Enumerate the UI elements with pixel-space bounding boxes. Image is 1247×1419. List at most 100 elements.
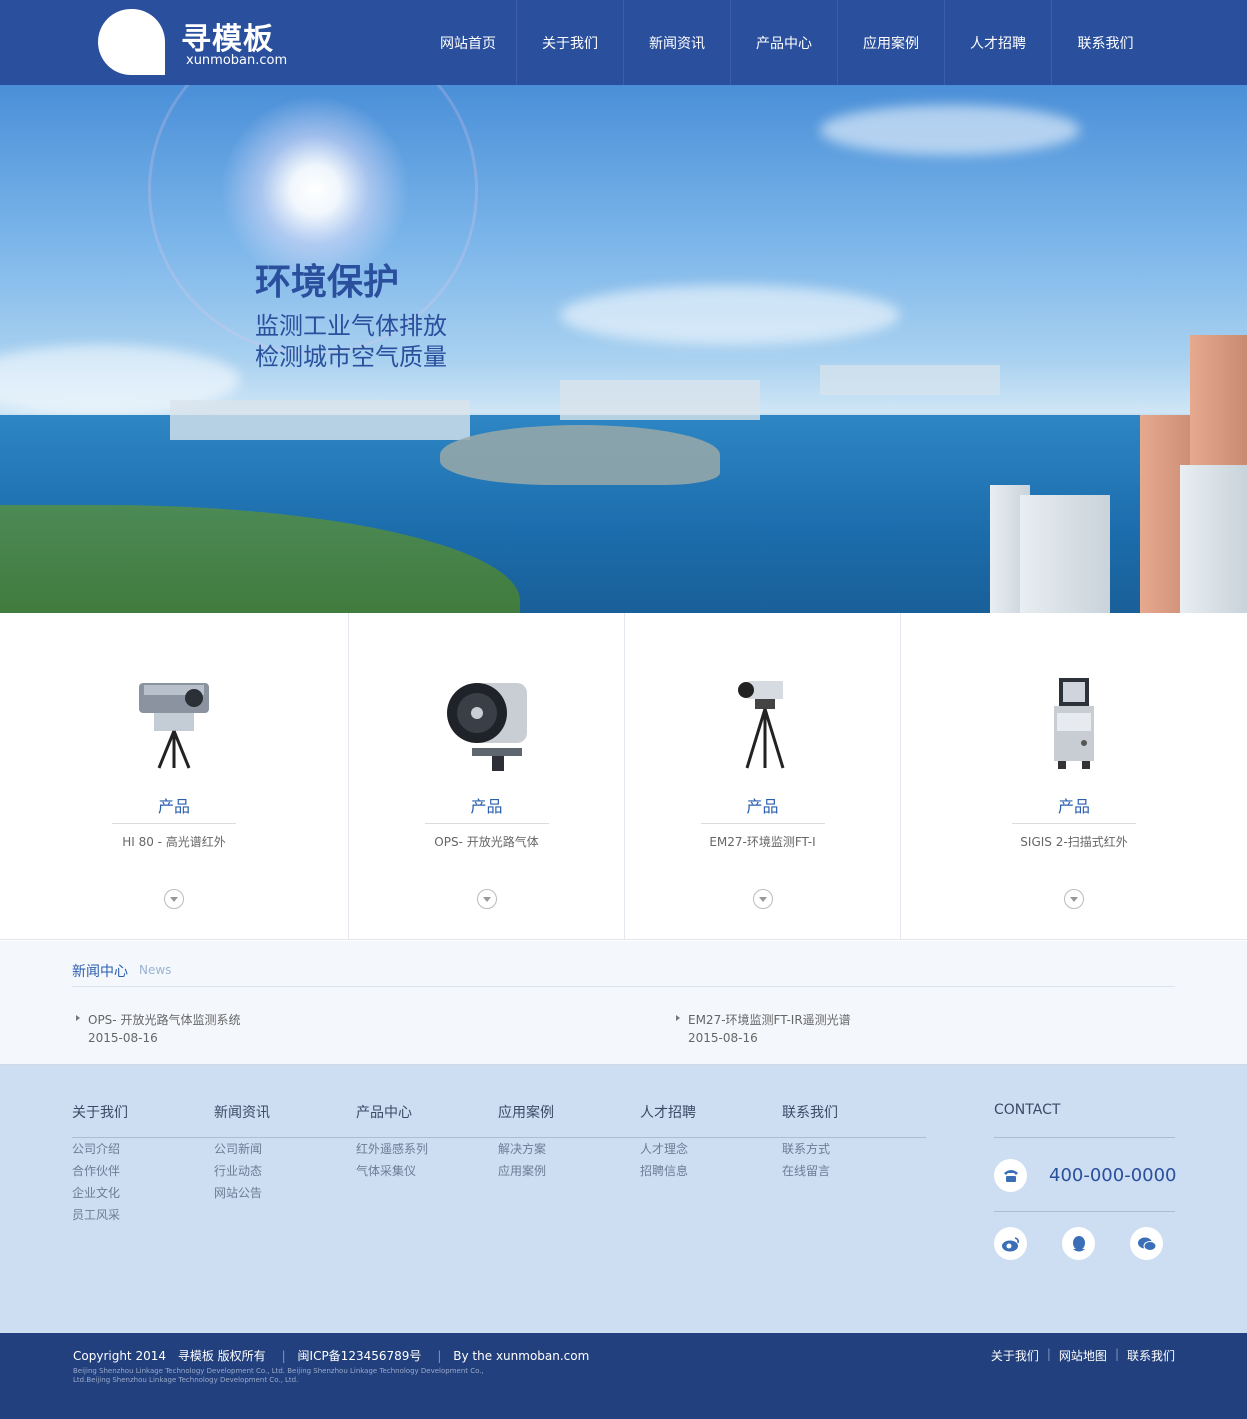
- product-card[interactable]: 产品 SIGIS 2-扫描式红外: [901, 613, 1247, 940]
- bottom-bar: Copyright 2014 寻模板 版权所有 | 闽ICP备123456789号…: [0, 1333, 1247, 1419]
- phone-number: 400-000-0000: [1049, 1165, 1177, 1186]
- hero-banner: 环境保护 监测工业气体排放 检测城市空气质量: [0, 85, 1247, 613]
- news-item[interactable]: OPS- 开放光路气体监测系统 2015-08-16: [76, 1011, 240, 1047]
- bottom-link-sitemap[interactable]: 网站地图: [1059, 1347, 1107, 1364]
- city-skyline: [560, 380, 760, 420]
- banner-line-1: 监测工业气体排放: [255, 312, 447, 340]
- news-section: 新闻中心 News OPS- 开放光路气体监测系统 2015-08-16 EM2…: [0, 941, 1247, 1065]
- copyright-line: Copyright 2014 寻模板 版权所有 | 闽ICP备123456789号…: [73, 1349, 590, 1363]
- high-rise-buildings: [990, 325, 1247, 613]
- footer-column-title[interactable]: 产品中心: [356, 1102, 428, 1138]
- cloud: [560, 285, 900, 345]
- news-header: 新闻中心 News: [72, 961, 1175, 987]
- city-skyline: [820, 365, 1000, 395]
- bottom-links: 关于我们 | 网站地图 | 联系我们: [990, 1347, 1175, 1364]
- footer-column-title[interactable]: 联系我们: [782, 1102, 838, 1138]
- powered-by[interactable]: By the xunmoban.com: [453, 1349, 589, 1363]
- wechat-icon[interactable]: [1130, 1227, 1163, 1260]
- product-name[interactable]: OPS- 开放光路气体: [349, 833, 624, 850]
- footer-link[interactable]: 合作伙伴: [72, 1160, 128, 1182]
- bottom-link-contact[interactable]: 联系我们: [1127, 1347, 1175, 1364]
- product-card[interactable]: 产品 OPS- 开放光路气体: [349, 613, 625, 940]
- phone-icon: [994, 1159, 1027, 1192]
- expand-chevron-icon[interactable]: [752, 889, 773, 909]
- footer-column-about: 关于我们 公司介绍 合作伙伴 企业文化 员工风采: [72, 1102, 128, 1226]
- nav-contact[interactable]: 联系我们: [1052, 0, 1159, 85]
- cloud: [820, 105, 1080, 155]
- icp-number[interactable]: 闽ICP备123456789号: [298, 1349, 422, 1363]
- nav-cases[interactable]: 应用案例: [838, 0, 945, 85]
- footer-link[interactable]: 网站公告: [214, 1182, 270, 1204]
- nav-jobs[interactable]: 人才招聘: [945, 0, 1052, 85]
- weibo-icon[interactable]: [994, 1227, 1027, 1260]
- news-item-title[interactable]: EM27-环境监测FT-IR遥测光谱: [688, 1011, 851, 1029]
- port-island: [440, 425, 720, 485]
- copyright-text: Copyright 2014: [73, 1349, 166, 1363]
- expand-chevron-icon[interactable]: [476, 889, 497, 909]
- scanning-analyzer-image: [1054, 678, 1094, 769]
- nav-products[interactable]: 产品中心: [731, 0, 838, 85]
- footer-column-title[interactable]: 人才招聘: [640, 1102, 696, 1138]
- logo-domain[interactable]: xunmoban.com: [186, 53, 287, 68]
- nav-home[interactable]: 网站首页: [420, 0, 517, 85]
- footer-link[interactable]: 解决方案: [498, 1138, 554, 1160]
- footer-link[interactable]: 联系方式: [782, 1138, 838, 1160]
- expand-chevron-icon[interactable]: [1064, 889, 1084, 909]
- product-label: 产品: [1012, 793, 1136, 824]
- nav-news[interactable]: 新闻资讯: [624, 0, 731, 85]
- nav-about[interactable]: 关于我们: [517, 0, 624, 85]
- product-card[interactable]: 产品 EM27-环境监测FT-I: [625, 613, 901, 940]
- city-skyline: [170, 400, 470, 440]
- news-item-title[interactable]: OPS- 开放光路气体监测系统: [88, 1011, 240, 1029]
- bullet-arrow-icon: [76, 1015, 80, 1021]
- footer-column-title[interactable]: 应用案例: [498, 1102, 554, 1138]
- product-showcase: 产品 HI 80 - 高光谱红外 产品 OPS- 开放光路气体 产品 EM27-…: [0, 613, 1247, 940]
- footer-link[interactable]: 红外遥感系列: [356, 1138, 428, 1160]
- footer-column-title[interactable]: 关于我们: [72, 1102, 128, 1138]
- product-name[interactable]: SIGIS 2-扫描式红外: [901, 833, 1247, 850]
- banner-line-2: 检测城市空气质量: [255, 343, 447, 371]
- footer-link[interactable]: 企业文化: [72, 1182, 128, 1204]
- footer-link[interactable]: 行业动态: [214, 1160, 270, 1182]
- logo-text[interactable]: 寻模板: [181, 14, 274, 58]
- product-name[interactable]: EM27-环境监测FT-I: [625, 833, 900, 850]
- product-label: 产品: [424, 793, 549, 824]
- product-label: 产品: [700, 793, 825, 824]
- footer-column-news: 新闻资讯 公司新闻 行业动态 网站公告: [214, 1102, 270, 1204]
- thermal-camera-image: [139, 683, 209, 769]
- footer-column-products: 产品中心 红外遥感系列 气体采集仪: [356, 1102, 428, 1182]
- bullet-arrow-icon: [676, 1015, 680, 1021]
- footer-link[interactable]: 在线留言: [782, 1160, 838, 1182]
- footer-column-jobs: 人才招聘 人才理念 招聘信息: [640, 1102, 696, 1182]
- banner-title: 环境保护: [255, 262, 400, 303]
- bottom-link-about[interactable]: 关于我们: [991, 1347, 1039, 1364]
- news-item-date: 2015-08-16: [688, 1031, 758, 1045]
- footer-link[interactable]: 员工风采: [72, 1204, 128, 1226]
- footer-column-title[interactable]: 新闻资讯: [214, 1102, 270, 1138]
- telescope-sensor-image: [446, 683, 527, 771]
- company-small-print: Beijing Shenzhou Linkage Technology Deve…: [73, 1367, 484, 1384]
- news-item[interactable]: EM27-环境监测FT-IR遥测光谱 2015-08-16: [676, 1011, 851, 1047]
- news-title[interactable]: 新闻中心: [72, 961, 128, 981]
- news-item-date: 2015-08-16: [88, 1031, 158, 1045]
- spectrometer-tripod-image: [737, 681, 784, 769]
- contact-title: CONTACT: [994, 1102, 1061, 1118]
- footer-link[interactable]: 应用案例: [498, 1160, 554, 1182]
- product-name[interactable]: HI 80 - 高光谱红外: [0, 833, 348, 850]
- copyright-owner: 寻模板 版权所有: [177, 1349, 266, 1363]
- footer-link[interactable]: 公司介绍: [72, 1138, 128, 1160]
- site-footer: 关于我们 公司介绍 合作伙伴 企业文化 员工风采 新闻资讯 公司新闻 行业动态 …: [0, 1065, 1247, 1333]
- footer-link[interactable]: 招聘信息: [640, 1160, 696, 1182]
- logo-mark[interactable]: [98, 9, 165, 75]
- footer-link[interactable]: 人才理念: [640, 1138, 696, 1160]
- product-card[interactable]: 产品 HI 80 - 高光谱红外: [0, 613, 349, 940]
- contact-divider: [994, 1211, 1175, 1212]
- footer-column-contact: 联系我们 联系方式 在线留言: [782, 1102, 838, 1182]
- product-label: 产品: [112, 793, 236, 824]
- expand-chevron-icon[interactable]: [164, 889, 184, 909]
- footer-link[interactable]: 公司新闻: [214, 1138, 270, 1160]
- footer-link[interactable]: 气体采集仪: [356, 1160, 428, 1182]
- qq-icon[interactable]: [1062, 1227, 1095, 1260]
- footer-column-cases: 应用案例 解决方案 应用案例: [498, 1102, 554, 1182]
- contact-divider: [994, 1137, 1175, 1138]
